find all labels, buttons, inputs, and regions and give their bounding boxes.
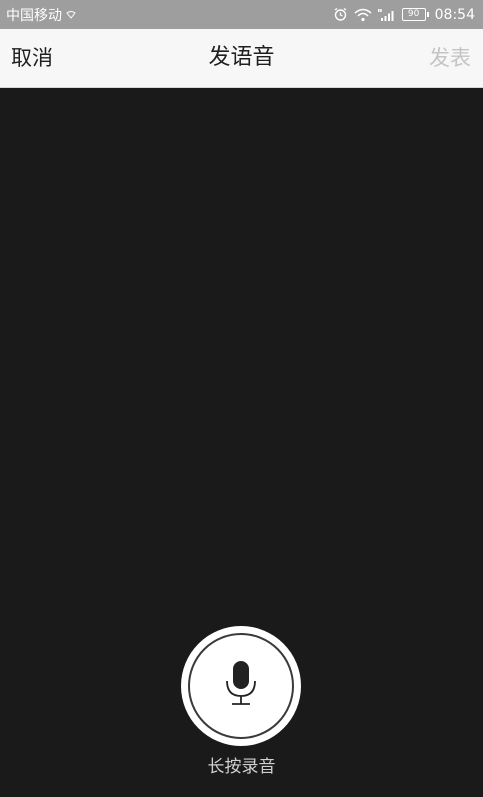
record-hint: 长按录音 — [207, 757, 276, 777]
record-button[interactable] — [181, 626, 301, 746]
status-bar: 中国移动 90 08:54 — [0, 0, 483, 29]
alarm-icon — [333, 7, 348, 22]
signal-small-icon — [66, 10, 76, 20]
battery-level: 90 — [401, 8, 426, 21]
wifi-icon — [354, 8, 372, 22]
nav-bar: 取消 发语音 发表 — [0, 29, 483, 88]
cellular-4g-icon — [377, 8, 396, 22]
carrier-name: 中国移动 — [6, 7, 62, 24]
clock: 08:54 — [434, 6, 475, 23]
status-left: 中国移动 — [6, 5, 76, 25]
battery-icon: 90 — [401, 8, 429, 21]
publish-button[interactable]: 发表 — [429, 29, 471, 87]
battery-tip — [426, 12, 429, 17]
microphone-icon — [219, 659, 263, 713]
record-button-ring — [188, 633, 294, 739]
page-title: 发语音 — [208, 45, 275, 70]
status-right: 90 08:54 — [333, 7, 475, 23]
